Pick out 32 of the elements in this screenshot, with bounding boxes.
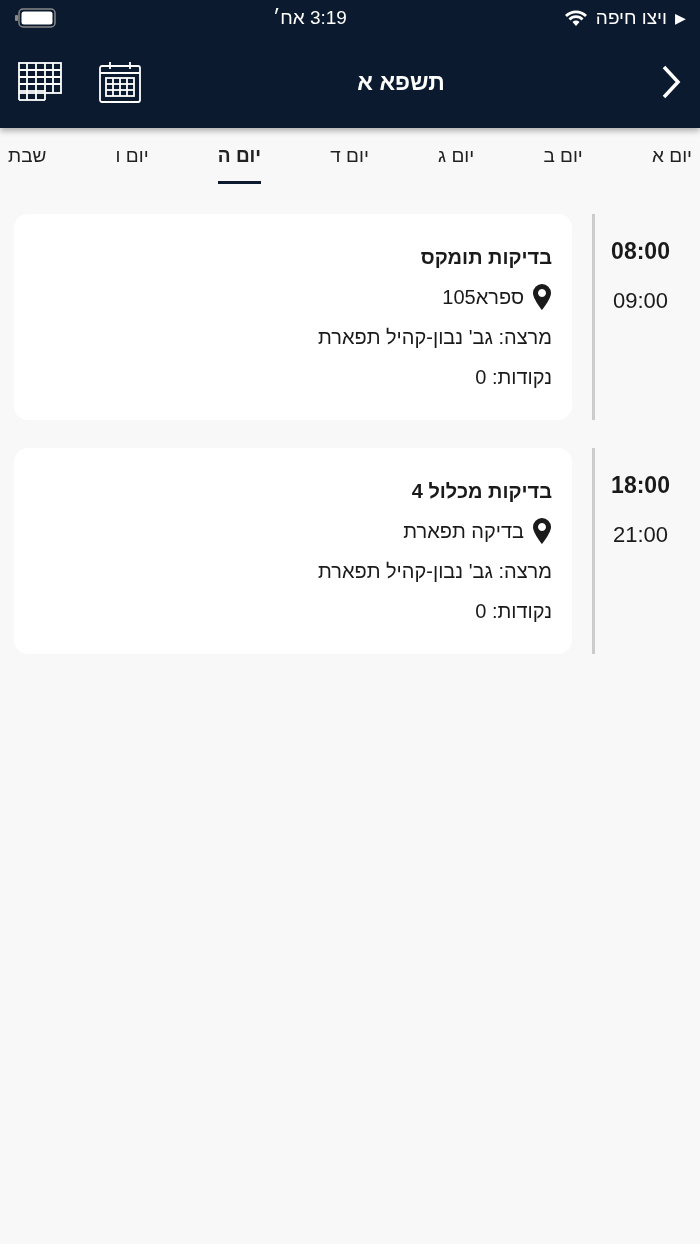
day-tab[interactable]: יום ה	[217, 140, 262, 184]
event-card[interactable]: בדיקות מכלול 4 בדיקה תפארת מרצה: גב' נבון-קהיל תפארת נקודות: 0	[14, 447, 572, 654]
back-arrow[interactable]: ▶	[675, 7, 686, 29]
end-time: 09:00	[612, 287, 669, 315]
start-time: 08:00	[611, 236, 670, 266]
event-lecturer: מרצה: גב' נבון-קהיל תפארת	[318, 324, 552, 350]
event-title: בדיקות מכלול 4	[411, 478, 552, 504]
day-tab[interactable]: יום ב	[543, 140, 583, 184]
event-lecturer: מרצה: גב' נבון-קהיל תפארת	[318, 558, 552, 584]
event-points: נקודות: 0	[475, 364, 552, 390]
event-location: ספרא105	[442, 284, 524, 310]
event-location: בדיקה תפארת	[403, 518, 524, 544]
day-tab[interactable]: יום ו	[115, 140, 149, 184]
carrier-name: ויצו חיפה	[595, 5, 667, 30]
end-time: 21:00	[612, 521, 669, 549]
event-card[interactable]: בדיקות תומקס ספרא105 מרצה: גב' נבון-קהיל תפארת נקודות: 0	[14, 213, 572, 420]
day-tab[interactable]: שבת	[8, 140, 47, 184]
calendar-icon[interactable]	[98, 60, 142, 104]
grid-icon[interactable]	[18, 62, 62, 102]
location-pin-icon	[532, 516, 552, 545]
day-tab[interactable]: יום ד	[330, 140, 369, 184]
chevron-icon[interactable]	[660, 64, 682, 100]
location-pin-icon	[532, 282, 552, 311]
event-title: בדיקות תומקס	[420, 244, 552, 270]
day-tab[interactable]: יום ג	[438, 140, 475, 184]
wifi-icon	[563, 9, 588, 27]
battery-icon	[14, 8, 56, 28]
day-tab[interactable]: יום א	[652, 140, 692, 184]
event-points: נקודות: 0	[475, 598, 552, 624]
start-time: 18:00	[611, 470, 670, 500]
header-title: תשפא א	[357, 67, 445, 97]
status-time: 3:19 אח׳	[272, 5, 347, 30]
